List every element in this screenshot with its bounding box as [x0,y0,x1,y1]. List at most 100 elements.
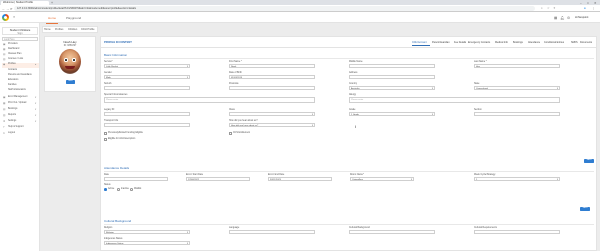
date-field[interactable] [104,177,168,181]
location-icon[interactable]: ⌖ [541,6,543,10]
aca-exemption-checkbox[interactable] [104,138,107,141]
tab-attendance[interactable]: Attendance [528,41,540,44]
close-icon[interactable]: ✕ [594,1,597,5]
address-bar[interactable]: 127.0.0.1:8000/admin/student/profile/det… [14,6,535,11]
sidebar-subitem-contacts[interactable]: Contacts [8,69,17,71]
special-circumstances-label: Special Circumstances [104,94,128,96]
save-basic-button[interactable]: Save [584,159,594,163]
ccs-entitlement-checkbox[interactable] [229,132,232,135]
sidebar-item-label: Print Out / Upload [8,102,27,104]
tab-bookings[interactable]: Bookings [513,41,523,44]
sidebar-item-print[interactable]: ▦ Print Out / Upload ▾ [2,102,39,107]
address-field[interactable] [349,75,435,79]
tab-emergency-contacts[interactable]: Emergency Contacts [468,41,490,44]
sidebar-item-courses[interactable]: ▥ Courses / Lists [2,58,39,63]
user-name[interactable]: Hi Nexpoint [575,16,588,19]
religion-select[interactable]: Religion [104,230,190,234]
sidebar-item-logout[interactable]: ⏻ Logout [2,132,39,137]
week-cycle-select[interactable]: 1 [474,177,560,181]
new-tab-button[interactable]: + [51,1,53,5]
funding-eligible-checkbox[interactable] [104,132,107,135]
minimize-icon[interactable]: – [580,1,582,5]
settings-icon[interactable]: ⚙ [567,16,570,20]
nav-playground[interactable]: Playground [66,16,81,20]
sidebar-item-enrol[interactable]: ▣ Enrol Management ▾ [2,96,39,101]
edit-profile-button[interactable]: Edit [66,80,75,84]
hamburger-menu-icon[interactable]: ≡ [13,15,15,19]
language-field[interactable] [229,230,315,234]
postcode-field[interactable] [229,86,315,90]
tab-conditional-entries[interactable]: Conditional Entries [544,41,564,44]
page-title: PROFILE IN CONTENT [104,41,132,44]
sidebar-item-settings[interactable]: ⚙ Settings ▾ [2,120,39,125]
middle-name-field[interactable] [349,64,435,68]
first-name-field[interactable]: Noah [229,64,315,68]
room-name-select[interactable]: Caterpillars [350,177,414,181]
last-name-field[interactable]: Hey [474,64,560,68]
legacy-id-field[interactable] [104,112,190,116]
maximize-icon[interactable]: □ [587,1,589,5]
state-select[interactable]: Queensland [474,86,560,90]
service-select[interactable]: Little Rocket [104,64,190,68]
sidebar-item-profiles[interactable]: ◉ Profiles ▴ [2,63,39,68]
sidebar-student-card[interactable]: Student Childcare Sign [2,27,38,35]
sidebar-subitem-educators[interactable]: Educators [8,79,18,81]
profiles-icon: ◉ [3,63,6,66]
cultural-background-field[interactable] [349,230,435,234]
grade-select[interactable]: 1 Grade [349,112,435,116]
tab-smfs[interactable]: SMFS [571,41,578,44]
star-icon[interactable]: ☆ [547,6,550,10]
sidebar-item-label: Logout [8,132,16,134]
tab-parent-guardian[interactable]: Parent/Guardian [432,41,450,44]
section-field[interactable] [474,112,560,116]
breadcrumb-home[interactable]: Home [44,28,51,31]
dashboard-icon: ▦ [3,48,6,51]
breadcrumb-children[interactable]: Children [68,28,77,31]
hear-about-select[interactable]: How did you hear about us? [229,123,315,127]
sidebar-subitem-parents[interactable]: Parents and Guardians [8,74,32,76]
tab-fee-details[interactable]: Fee Details [454,41,466,44]
sidebar-item-reports[interactable]: ▥ Reports ▾ [2,114,39,119]
transport-field[interactable] [104,123,190,127]
gender-select[interactable]: Male [104,75,190,79]
reload-icon[interactable]: ⟳ [10,7,13,11]
tab-medical-info[interactable]: Medical Info [495,41,508,44]
status-label: Status [104,184,111,186]
enrol-start-label: Enrol. Start Date [186,174,203,176]
breadcrumb-profiles[interactable]: Profiles [55,28,63,31]
country-select[interactable]: Australia [349,86,435,90]
special-circumstances-field[interactable]: Please enter [104,97,315,103]
class-select[interactable] [229,112,315,116]
extensions-icon[interactable]: ✦ [553,6,556,10]
menu-icon[interactable]: ⋮ [592,6,595,10]
nav-home[interactable]: Home [48,16,56,20]
save-attendance-button[interactable]: Save [580,207,590,211]
suburb-field[interactable] [104,86,190,90]
forward-icon[interactable]: → [6,7,9,11]
sidebar-item-dashboard[interactable]: ▦ Dashboard [2,48,39,53]
sidebar-item-classes-plan[interactable]: ▤ Classes Plan [2,53,39,58]
cultural-requirements-field[interactable] [474,230,560,234]
sidebar-item-bookings[interactable]: ▤ Bookings ▾ [2,108,39,113]
profile-icon[interactable]: ● [584,6,586,10]
sidebar-item-providers[interactable]: ▣ Providers [2,43,39,48]
enrol-start-field[interactable]: 12/06/2022 [186,177,250,181]
dob-field[interactable]: 01/03/2019 [229,75,315,79]
calendar-icon[interactable]: ▦ [554,16,557,20]
allergy-field[interactable]: Please enter [349,97,560,103]
sidebar-subitem-staff[interactable]: Staff & Educators [8,89,26,91]
status-active-radio[interactable] [104,188,107,191]
enrol-end-field[interactable]: 30/11/2023 [268,177,332,181]
indigenous-status-select[interactable]: Indigenous Status [104,241,190,245]
tab-documents[interactable]: Documents [580,41,592,44]
notification-icon[interactable]: 🔔︎ [560,16,564,20]
status-inactive-radio[interactable] [117,188,120,191]
browser-toolbar: ← → ⟳ 127.0.0.1:8000/admin/student/profi… [0,5,600,12]
address-label: Address [349,72,358,74]
status-waitlist-radio[interactable] [130,188,133,191]
sidebar-subitem-families[interactable]: Families [8,84,17,86]
sidebar-search-input[interactable]: Look Here [2,37,38,41]
app-logo[interactable] [2,14,9,21]
sidebar-item-help[interactable]: ? Help & Support [2,126,39,131]
back-icon[interactable]: ← [2,7,5,11]
